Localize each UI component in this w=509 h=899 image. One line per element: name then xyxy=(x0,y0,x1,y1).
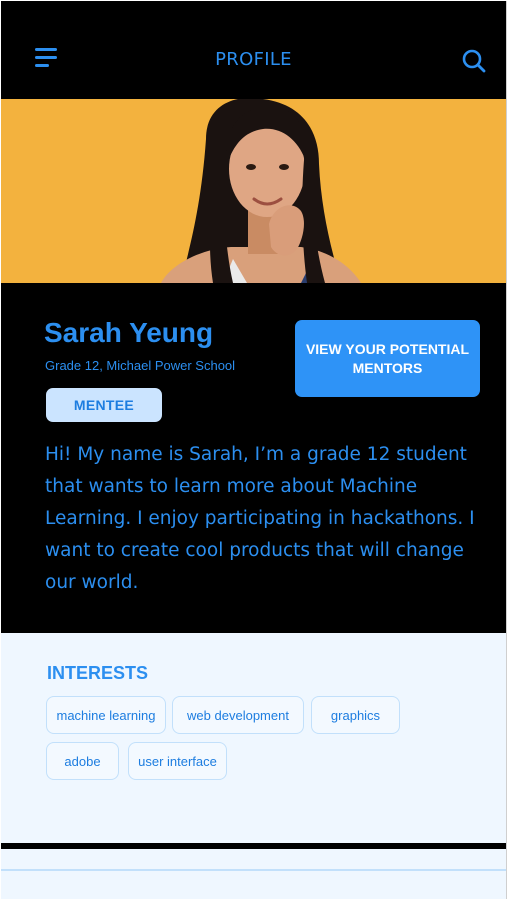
top-bar: PROFILE xyxy=(1,1,506,99)
divider-line xyxy=(1,869,506,871)
app-frame: PROFILE Sarah Yeung Grade 12, Michael Po… xyxy=(1,1,507,899)
profile-section: Sarah Yeung Grade 12, Michael Power Scho… xyxy=(1,283,506,633)
interest-tag[interactable]: machine learning xyxy=(46,696,166,734)
interest-tag[interactable]: graphics xyxy=(311,696,400,734)
role-badge: MENTEE xyxy=(46,388,162,422)
profile-school: Grade 12, Michael Power School xyxy=(45,358,236,373)
interest-tag[interactable]: adobe xyxy=(46,742,119,780)
interest-tag[interactable]: web development xyxy=(172,696,304,734)
profile-name: Sarah Yeung xyxy=(44,317,214,348)
profile-bio: Hi! My name is Sarah, I’m a grade 12 stu… xyxy=(45,444,475,593)
lower-section xyxy=(1,849,506,899)
interest-tag[interactable]: user interface xyxy=(128,742,227,780)
profile-photo xyxy=(1,99,506,283)
interests-section: INTERESTS machine learning web developme… xyxy=(1,633,506,843)
interests-title: INTERESTS xyxy=(47,663,149,683)
search-icon[interactable] xyxy=(461,48,487,74)
view-mentors-button[interactable]: VIEW YOUR POTENTIAL MENTORS xyxy=(295,320,480,397)
page-title: PROFILE xyxy=(215,49,292,70)
